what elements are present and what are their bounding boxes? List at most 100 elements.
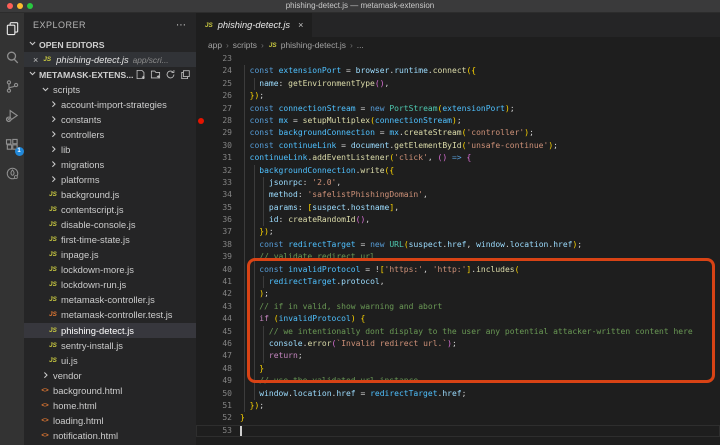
line-number[interactable]: 39 xyxy=(206,251,232,263)
code-text[interactable]: // we intentionally dont display to the … xyxy=(232,326,720,338)
code-line-38[interactable]: 38 const redirectTarget = new URL(suspec… xyxy=(196,239,720,251)
code-line-52[interactable]: 52} xyxy=(196,412,720,424)
line-number[interactable]: 48 xyxy=(206,363,232,375)
line-number[interactable]: 44 xyxy=(206,313,232,325)
line-number[interactable]: 25 xyxy=(206,78,232,90)
tree-item-background-html[interactable]: <>background.html xyxy=(24,383,196,398)
tree-item-constants[interactable]: constants xyxy=(24,112,196,127)
code-text[interactable]: const extensionPort = browser.runtime.co… xyxy=(232,65,720,77)
line-number[interactable]: 31 xyxy=(206,152,232,164)
tree-item-disable-console-js[interactable]: JSdisable-console.js xyxy=(24,217,196,232)
open-editor-item[interactable]: × JS phishing-detect.js app/scri... xyxy=(24,52,196,67)
breakpoint-gutter[interactable] xyxy=(196,90,206,102)
breadcrumb[interactable]: app›scripts›JSphishing-detect.js›... xyxy=(196,37,720,53)
line-number[interactable]: 38 xyxy=(206,239,232,251)
breakpoint-gutter[interactable] xyxy=(196,103,206,115)
code-line-28[interactable]: 28 const mx = setupMultiplex(connectionS… xyxy=(196,115,720,127)
code-text[interactable]: redirectTarget.protocol, xyxy=(232,276,720,288)
code-line-48[interactable]: 48 } xyxy=(196,363,720,375)
code-line-39[interactable]: 39 // validate redirect url xyxy=(196,251,720,263)
line-number[interactable]: 36 xyxy=(206,214,232,226)
tree-item-home-html[interactable]: <>home.html xyxy=(24,398,196,413)
code-line-34[interactable]: 34 method: 'safelistPhishingDomain', xyxy=(196,189,720,201)
explorer-icon[interactable] xyxy=(4,20,21,37)
breakpoint-dot[interactable] xyxy=(196,115,206,127)
code-text[interactable]: const backgroundConnection = mx.createSt… xyxy=(232,127,720,139)
code-line-53[interactable]: 53 xyxy=(196,425,720,437)
breakpoint-gutter[interactable] xyxy=(196,375,206,387)
breakpoint-gutter[interactable] xyxy=(196,152,206,164)
code-line-42[interactable]: 42 ); xyxy=(196,288,720,300)
line-number[interactable]: 53 xyxy=(206,425,232,437)
breakpoint-gutter[interactable] xyxy=(196,425,206,437)
new-folder-icon[interactable] xyxy=(150,69,161,80)
line-number[interactable]: 26 xyxy=(206,90,232,102)
breakpoint-gutter[interactable] xyxy=(196,301,206,313)
line-number[interactable]: 33 xyxy=(206,177,232,189)
code-line-44[interactable]: 44 if (invalidProtocol) { xyxy=(196,313,720,325)
new-file-icon[interactable] xyxy=(135,69,146,80)
code-line-29[interactable]: 29 const backgroundConnection = mx.creat… xyxy=(196,127,720,139)
code-text[interactable] xyxy=(232,425,720,437)
breakpoint-gutter[interactable] xyxy=(196,412,206,424)
extension-utility-icon[interactable] xyxy=(4,165,21,182)
code-text[interactable]: params: [suspect.hostname], xyxy=(232,202,720,214)
code-text[interactable]: } xyxy=(232,363,720,375)
line-number[interactable]: 42 xyxy=(206,288,232,300)
line-number[interactable]: 37 xyxy=(206,226,232,238)
code-text[interactable] xyxy=(232,53,720,65)
line-number[interactable]: 23 xyxy=(206,53,232,65)
tree-item-contentscript-js[interactable]: JScontentscript.js xyxy=(24,202,196,217)
code-text[interactable]: window.location.href = redirectTarget.hr… xyxy=(232,388,720,400)
tree-item-sentry-install-js[interactable]: JSsentry-install.js xyxy=(24,338,196,353)
code-text[interactable]: if (invalidProtocol) { xyxy=(232,313,720,325)
breadcrumb-item[interactable]: app xyxy=(208,40,222,50)
tree-item-controllers[interactable]: controllers xyxy=(24,127,196,142)
tree-item-lockdown-run-js[interactable]: JSlockdown-run.js xyxy=(24,277,196,292)
code-line-45[interactable]: 45 // we intentionally dont display to t… xyxy=(196,326,720,338)
breakpoint-gutter[interactable] xyxy=(196,202,206,214)
tree-item-lib[interactable]: lib xyxy=(24,142,196,157)
tab-phishing-detect[interactable]: JS phishing-detect.js × xyxy=(196,13,312,37)
refresh-icon[interactable] xyxy=(165,69,176,80)
code-line-32[interactable]: 32 backgroundConnection.write({ xyxy=(196,165,720,177)
code-text[interactable]: const mx = setupMultiplex(connectionStre… xyxy=(232,115,720,127)
breadcrumb-item[interactable]: JSphishing-detect.js xyxy=(268,40,346,50)
code-text[interactable]: id: createRandomId(), xyxy=(232,214,720,226)
breakpoint-gutter[interactable] xyxy=(196,65,206,77)
close-window-button[interactable] xyxy=(7,3,13,9)
code-text[interactable]: const continueLink = document.getElement… xyxy=(232,140,720,152)
breakpoint-gutter[interactable] xyxy=(196,78,206,90)
line-number[interactable]: 41 xyxy=(206,276,232,288)
line-number[interactable]: 45 xyxy=(206,326,232,338)
close-tab-icon[interactable]: × xyxy=(298,20,303,30)
workspace-section-header[interactable]: METAMASK-EXTENS... xyxy=(24,67,196,82)
line-number[interactable]: 50 xyxy=(206,388,232,400)
close-editor-icon[interactable]: × xyxy=(33,55,38,65)
code-text[interactable]: // validate redirect url xyxy=(232,251,720,263)
code-line-50[interactable]: 50 window.location.href = redirectTarget… xyxy=(196,388,720,400)
code-text[interactable]: }); xyxy=(232,400,720,412)
line-number[interactable]: 40 xyxy=(206,264,232,276)
open-editors-section-header[interactable]: OPEN EDITORS xyxy=(24,37,196,52)
window-controls[interactable] xyxy=(7,3,33,9)
code-text[interactable]: }); xyxy=(232,226,720,238)
breakpoint-gutter[interactable] xyxy=(196,177,206,189)
tree-item-background-js[interactable]: JSbackground.js xyxy=(24,187,196,202)
code-line-35[interactable]: 35 params: [suspect.hostname], xyxy=(196,202,720,214)
line-number[interactable]: 30 xyxy=(206,140,232,152)
tree-item-ui-js[interactable]: JSui.js xyxy=(24,353,196,368)
tree-item-metamask-controller-js[interactable]: JSmetamask-controller.js xyxy=(24,292,196,307)
breakpoint-gutter[interactable] xyxy=(196,276,206,288)
line-number[interactable]: 51 xyxy=(206,400,232,412)
breakpoint-gutter[interactable] xyxy=(196,165,206,177)
code-text[interactable]: const connectionStream = new PortStream(… xyxy=(232,103,720,115)
code-text[interactable]: console.error(`Invalid redirect url.`); xyxy=(232,338,720,350)
tree-item-loading-html[interactable]: <>loading.html xyxy=(24,413,196,428)
breakpoint-gutter[interactable] xyxy=(196,313,206,325)
tree-item-phishing-detect-js[interactable]: JSphishing-detect.js xyxy=(24,323,196,338)
breakpoint-gutter[interactable] xyxy=(196,388,206,400)
code-line-24[interactable]: 24 const extensionPort = browser.runtime… xyxy=(196,65,720,77)
zoom-window-button[interactable] xyxy=(27,3,33,9)
line-number[interactable]: 47 xyxy=(206,350,232,362)
